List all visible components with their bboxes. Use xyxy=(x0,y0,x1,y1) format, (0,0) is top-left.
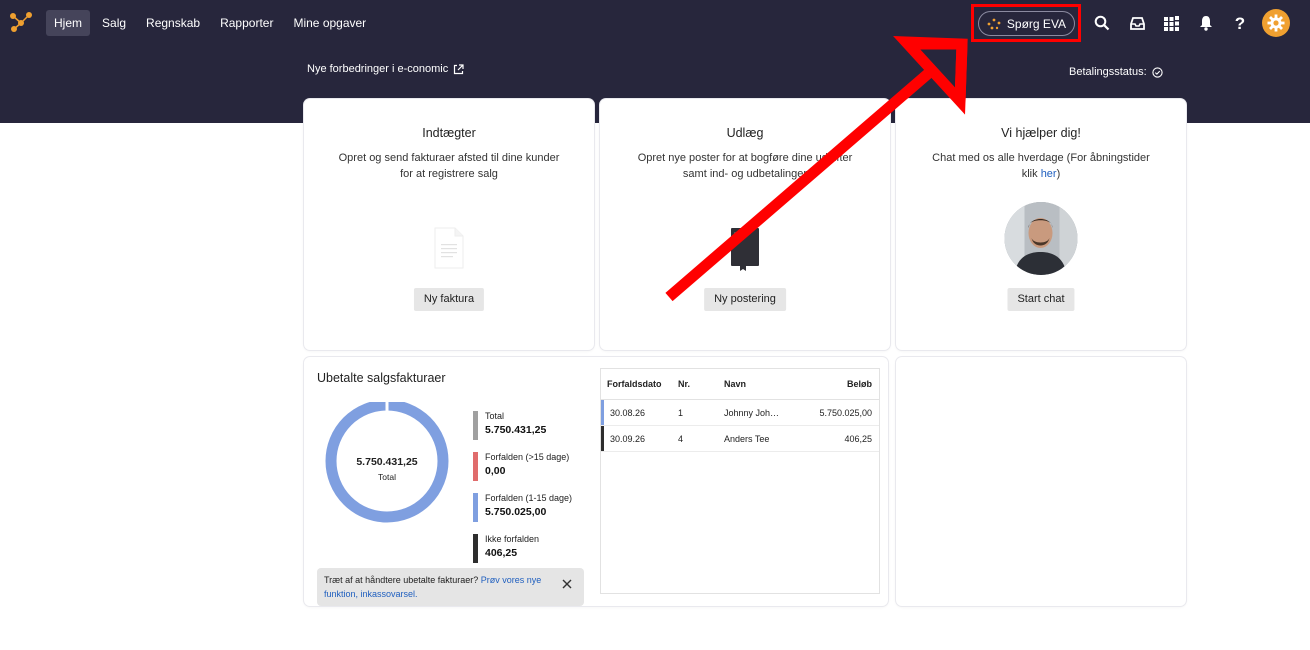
legend-item-total: Total 5.750.431,25 xyxy=(473,410,572,451)
header-amount[interactable]: Beløb xyxy=(803,379,879,389)
cell-due-date: 30.08.26 xyxy=(610,407,646,418)
opening-hours-link[interactable]: her xyxy=(1041,168,1057,180)
apps-grid-icon[interactable] xyxy=(1160,12,1182,34)
payment-status-label: Betalingsstatus: xyxy=(1069,66,1147,78)
table-row[interactable]: 30.08.26 1 Johnny Joh… 5.750.025,00 xyxy=(601,400,879,426)
expenses-card-description: Opret nye poster for at bogføre dine udg… xyxy=(637,152,853,180)
top-navigation-bar: Hjem Salg Regnskab Rapporter Mine opgave… xyxy=(0,0,1310,46)
donut-total-value: 5.750.431,25 xyxy=(356,456,417,468)
svg-text:?: ? xyxy=(1235,14,1245,32)
help-icon[interactable]: ? xyxy=(1229,12,1251,34)
income-card-description: Opret og send fakturaer afsted til dine … xyxy=(338,152,560,180)
search-icon[interactable] xyxy=(1091,12,1113,34)
tip-text: Træt af at håndtere ubetalte fakturaer? xyxy=(324,575,481,585)
unpaid-invoices-table: Forfaldsdato Nr. Navn Beløb 30.08.26 1 J… xyxy=(600,368,880,594)
help-card-description: Chat med os alle hverdage (For åbningsti… xyxy=(926,150,1156,182)
start-chat-button[interactable]: Start chat xyxy=(1007,288,1075,311)
unpaid-legend: Total 5.750.431,25 Forfalden (>15 dage) … xyxy=(473,410,572,574)
nav-item-mine-opgaver[interactable]: Mine opgaver xyxy=(285,10,374,36)
legend-label-overdue-15: Forfalden (>15 dage) xyxy=(485,452,570,462)
ask-eva-label: Spørg EVA xyxy=(1006,16,1067,31)
header-number[interactable]: Nr. xyxy=(671,379,718,389)
table-row[interactable]: 30.09.26 4 Anders Tee 406,25 xyxy=(601,426,879,452)
legend-value-total: 5.750.431,25 xyxy=(485,424,547,436)
unpaid-donut-chart: 5.750.431,25 Total xyxy=(325,402,449,523)
cell-amount: 406,25 xyxy=(844,433,872,444)
main-nav: Hjem Salg Regnskab Rapporter Mine opgave… xyxy=(46,10,378,36)
document-icon xyxy=(432,226,466,275)
ask-eva-button[interactable]: Spørg EVA xyxy=(978,11,1075,36)
header-due-date[interactable]: Forfaldsdato xyxy=(601,379,671,389)
cell-name: Johnny Joh… xyxy=(724,407,780,418)
row-status-marker xyxy=(601,400,604,425)
income-card: Indtægter Opret og send fakturaer afsted… xyxy=(304,99,594,350)
legend-label-total: Total xyxy=(485,411,505,421)
unpaid-invoices-title: Ubetalte salgsfakturaer xyxy=(317,371,446,385)
new-posting-button[interactable]: Ny postering xyxy=(704,288,786,311)
check-circle-icon xyxy=(1152,66,1163,78)
cell-name: Anders Tee xyxy=(724,433,770,444)
external-link-icon xyxy=(454,63,464,74)
expenses-card-title: Udlæg xyxy=(726,126,764,140)
help-card: Vi hjælper dig! Chat med os alle hverdag… xyxy=(896,99,1186,350)
empty-widget-card xyxy=(896,357,1186,606)
help-desc-end: ) xyxy=(1056,168,1061,180)
help-card-title: Vi hjælper dig! xyxy=(1001,126,1081,140)
book-icon xyxy=(728,226,762,277)
legend-color-total xyxy=(473,411,478,440)
legend-value-not-overdue: 406,25 xyxy=(485,547,518,559)
legend-value-overdue-15: 0,00 xyxy=(485,465,506,477)
cell-number: 1 xyxy=(678,407,684,418)
row-status-marker xyxy=(601,426,604,451)
nav-item-rapporter[interactable]: Rapporter xyxy=(212,10,281,36)
e-conomic-logo-icon[interactable] xyxy=(9,11,33,33)
legend-color-overdue-1-15 xyxy=(473,493,478,522)
donut-total-label: Total xyxy=(378,472,396,482)
news-link-label: Nye forbedringer i e-conomic xyxy=(307,63,449,75)
expenses-card: Udlæg Opret nye poster for at bogføre di… xyxy=(600,99,890,350)
legend-value-overdue-1-15: 5.750.025,00 xyxy=(485,506,547,518)
nav-item-regnskab[interactable]: Regnskab xyxy=(138,10,208,36)
cell-amount: 5.750.025,00 xyxy=(819,407,872,418)
legend-label-not-overdue: Ikke forfalden xyxy=(485,534,540,544)
bell-icon[interactable] xyxy=(1195,12,1217,34)
cell-due-date: 30.09.26 xyxy=(610,433,646,444)
news-link[interactable]: Nye forbedringer i e-conomic xyxy=(307,63,464,75)
nav-item-hjem[interactable]: Hjem xyxy=(46,10,91,36)
legend-color-overdue-15 xyxy=(473,452,478,481)
settings-gear-icon[interactable] xyxy=(1262,9,1290,37)
legend-label-overdue-1-15: Forfalden (1-15 dage) xyxy=(485,493,573,503)
support-agent-avatar xyxy=(1004,202,1078,275)
sparkle-dots-icon xyxy=(987,18,1001,29)
legend-item-overdue-15: Forfalden (>15 dage) 0,00 xyxy=(473,451,572,492)
payment-status[interactable]: Betalingsstatus: xyxy=(1069,66,1163,78)
cell-number: 4 xyxy=(678,433,684,444)
unpaid-invoices-card: Ubetalte salgsfakturaer 5.750.431,25 Tot… xyxy=(304,357,888,606)
inbox-icon[interactable] xyxy=(1126,12,1148,34)
table-header: Forfaldsdato Nr. Navn Beløb xyxy=(601,369,879,400)
close-icon[interactable] xyxy=(562,579,572,589)
collection-tip-banner: Træt af at håndtere ubetalte fakturaer? … xyxy=(317,568,584,606)
new-invoice-button[interactable]: Ny faktura xyxy=(413,288,485,311)
legend-item-overdue-1-15: Forfalden (1-15 dage) 5.750.025,00 xyxy=(473,492,572,533)
nav-item-salg[interactable]: Salg xyxy=(94,10,134,36)
income-card-title: Indtægter xyxy=(422,126,476,140)
legend-color-not-overdue xyxy=(473,534,478,563)
header-name[interactable]: Navn xyxy=(718,379,803,389)
